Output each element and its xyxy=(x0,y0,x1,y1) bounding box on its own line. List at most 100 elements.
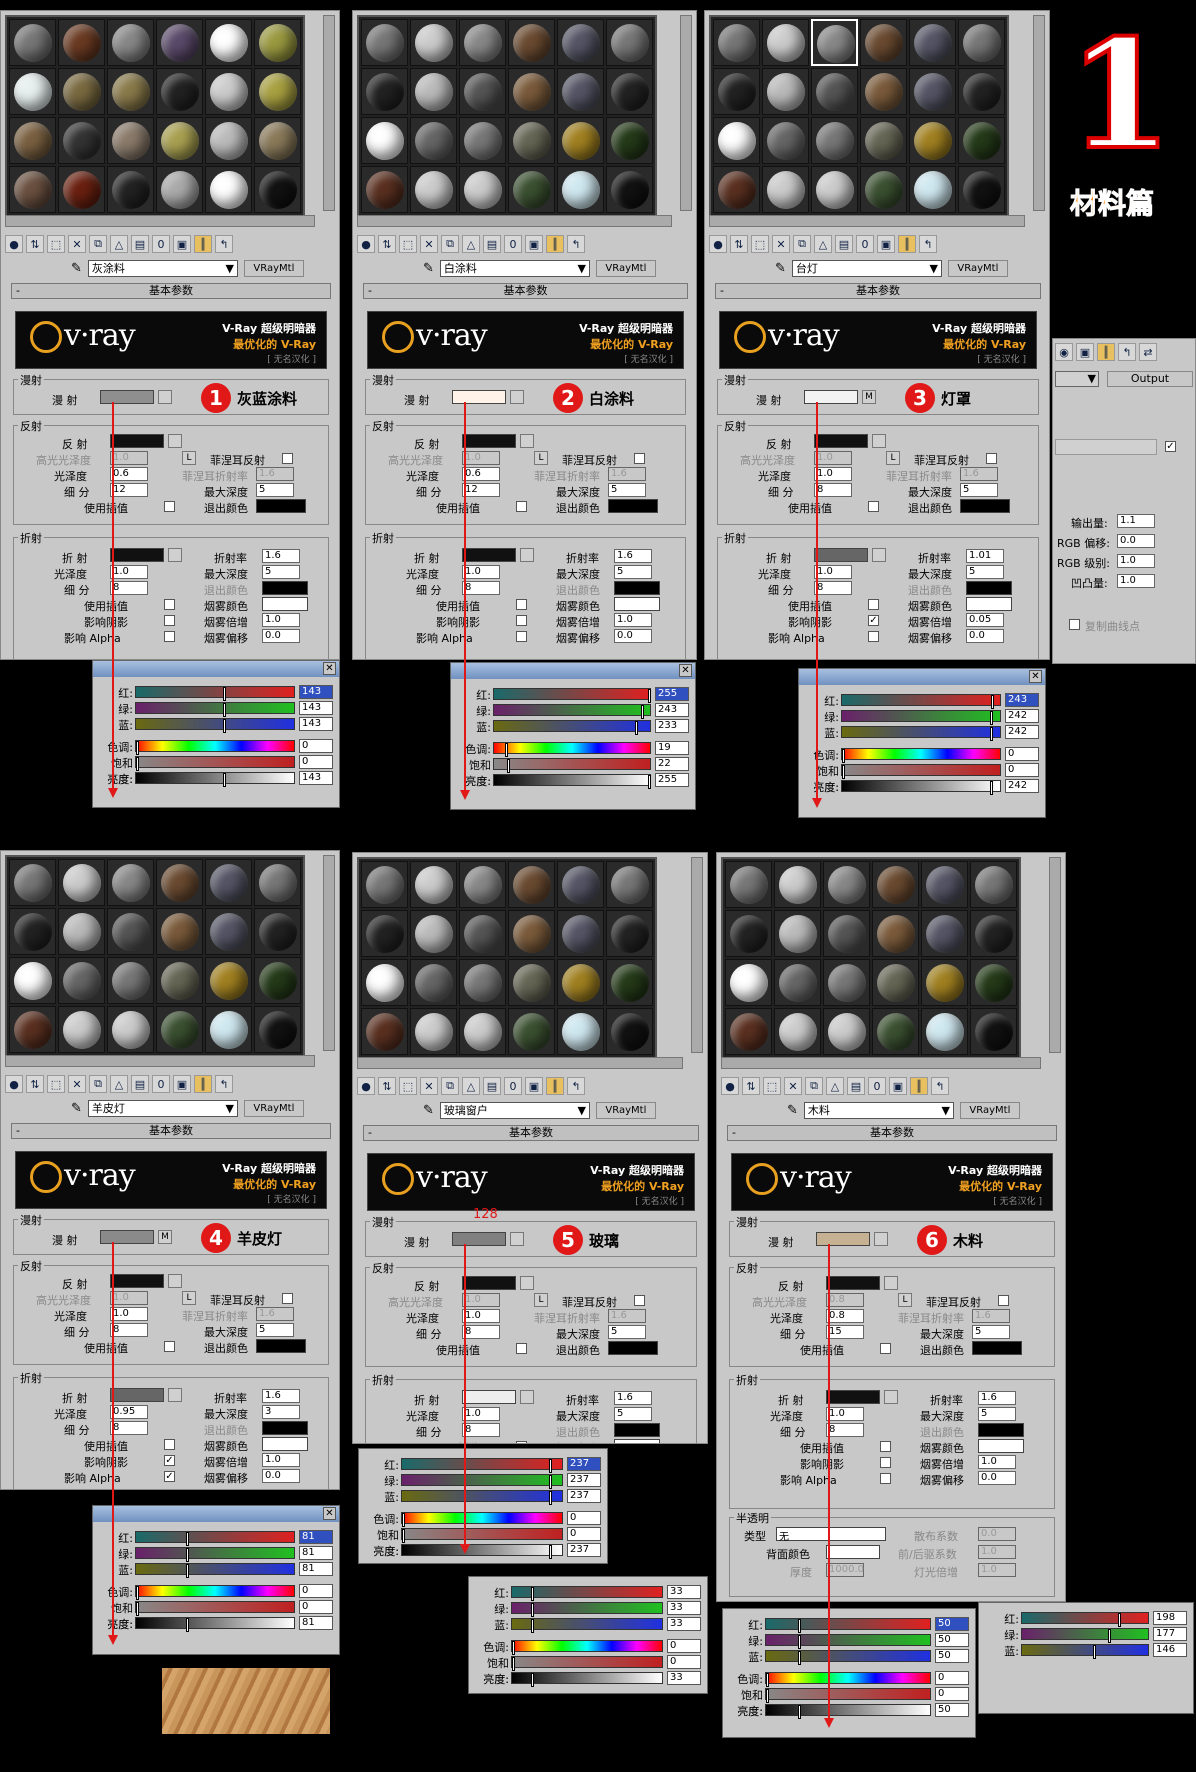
trans-fwd-back-spinner[interactable]: 1.0 xyxy=(978,1545,1016,1559)
unique-icon[interactable]: △ xyxy=(814,235,832,253)
color-value-v[interactable]: 242 xyxy=(1005,779,1039,793)
material-slot-sphere[interactable] xyxy=(860,68,907,115)
bump-spinner[interactable]: 1.0 xyxy=(1117,574,1155,588)
horizontal-scrollbar[interactable] xyxy=(721,1057,1041,1069)
subdiv-spinner[interactable]: 15 xyxy=(826,1325,864,1339)
lock-button[interactable]: L xyxy=(534,451,548,465)
trans-thickness-spinner[interactable]: 1000.0 xyxy=(826,1563,864,1577)
material-slot-sphere[interactable] xyxy=(958,117,1005,164)
material-slot-sphere[interactable] xyxy=(58,19,105,66)
use-interp-checkbox[interactable] xyxy=(868,501,879,512)
affect-alpha-checkbox[interactable] xyxy=(516,631,527,642)
color-value-b[interactable]: 33 xyxy=(667,1617,701,1631)
show-end-icon[interactable]: ║ xyxy=(546,235,564,253)
max-depth-spinner[interactable]: 5 xyxy=(608,1325,646,1339)
color-value-g[interactable]: 242 xyxy=(1005,709,1039,723)
material-slot-sphere[interactable] xyxy=(459,166,506,213)
library-icon[interactable]: ▤ xyxy=(835,235,853,253)
color-slider-b[interactable] xyxy=(135,1563,295,1578)
go-parent-icon[interactable]: ↰ xyxy=(567,1077,585,1095)
subdiv-spinner[interactable]: 12 xyxy=(462,483,500,497)
hilight-gloss-spinner[interactable]: 0.8 xyxy=(826,1293,864,1307)
put-to-scene-icon[interactable]: ⇅ xyxy=(378,1077,396,1095)
material-name-input[interactable]: 羊皮灯 ▼ xyxy=(87,1099,238,1117)
material-slot-sphere[interactable] xyxy=(410,117,457,164)
material-slot-sphere[interactable] xyxy=(254,859,301,906)
use-interp-checkbox[interactable] xyxy=(164,1341,175,1352)
chevron-down-icon[interactable]: ▼ xyxy=(577,1103,585,1118)
put-to-scene-icon[interactable]: ⇅ xyxy=(378,235,396,253)
material-slot-sphere[interactable] xyxy=(713,19,760,66)
effects-channel-icon[interactable]: 0 xyxy=(504,1077,522,1095)
refract-color-swatch[interactable] xyxy=(110,1388,164,1402)
color-slider-h[interactable] xyxy=(135,740,295,755)
fog-color-swatch[interactable] xyxy=(262,1437,308,1451)
color-slider-h[interactable] xyxy=(493,742,651,757)
material-slot-sphere[interactable] xyxy=(606,910,653,957)
output-type-button[interactable]: Output xyxy=(1107,371,1193,387)
refract-subdiv-spinner[interactable]: 8 xyxy=(814,581,852,595)
material-slot-sphere[interactable] xyxy=(823,959,870,1006)
assign-icon[interactable]: ⬚ xyxy=(399,235,417,253)
slider-knob[interactable] xyxy=(1093,1645,1096,1659)
color-value-r[interactable]: 50 xyxy=(935,1617,969,1631)
material-slot-sphere[interactable] xyxy=(872,910,919,957)
material-slot-sphere[interactable] xyxy=(254,1006,301,1053)
slider-knob[interactable] xyxy=(991,695,994,709)
material-slot-sphere[interactable] xyxy=(725,861,772,908)
assign-icon[interactable]: ⬚ xyxy=(763,1077,781,1095)
collapse-icon[interactable]: - xyxy=(16,284,20,298)
color-value-g[interactable]: 177 xyxy=(1153,1627,1187,1641)
slider-knob[interactable] xyxy=(1118,1613,1121,1627)
copy-icon[interactable]: ⧉ xyxy=(441,1077,459,1095)
delete-icon[interactable]: ✕ xyxy=(420,235,438,253)
fresnel-checkbox[interactable] xyxy=(998,1295,1009,1306)
use-interp-checkbox[interactable] xyxy=(516,1343,527,1354)
material-slot-sphere[interactable] xyxy=(606,68,653,115)
exit-color-swatch[interactable] xyxy=(256,499,306,513)
color-value-s[interactable]: 0 xyxy=(299,755,333,769)
go-parent-icon[interactable]: ↰ xyxy=(919,235,937,253)
color-value-g[interactable]: 81 xyxy=(299,1546,333,1560)
fresnel-ior-spinner[interactable]: 1.6 xyxy=(256,1307,294,1321)
fog-color-swatch[interactable] xyxy=(614,597,660,611)
delete-icon[interactable]: ✕ xyxy=(68,1075,86,1093)
output-name-field[interactable] xyxy=(1055,439,1157,455)
chevron-down-icon[interactable]: ▼ xyxy=(929,261,937,276)
reflect-color-swatch[interactable] xyxy=(826,1276,880,1290)
copy-icon[interactable]: ⧉ xyxy=(441,235,459,253)
material-slot-sphere[interactable] xyxy=(410,19,457,66)
get-material-icon[interactable]: ● xyxy=(709,235,727,253)
unique-icon[interactable]: △ xyxy=(110,235,128,253)
material-slot-sphere[interactable] xyxy=(205,68,252,115)
color-value-h[interactable]: 0 xyxy=(567,1511,601,1525)
material-slot-sphere[interactable] xyxy=(811,166,858,213)
show-map-icon[interactable]: ▣ xyxy=(889,1077,907,1095)
color-slider-r[interactable] xyxy=(511,1586,663,1601)
ior-spinner[interactable]: 1.01 xyxy=(966,549,1004,563)
refract-gloss-spinner[interactable]: 1.0 xyxy=(814,565,852,579)
slider-knob[interactable] xyxy=(531,1587,534,1601)
material-slot-sphere[interactable] xyxy=(156,117,203,164)
hilight-gloss-spinner[interactable]: 1.0 xyxy=(110,451,148,465)
slider-knob[interactable] xyxy=(402,1513,405,1527)
color-slider-h[interactable] xyxy=(765,1672,931,1687)
color-value-b[interactable]: 81 xyxy=(299,1562,333,1576)
material-slot-sphere[interactable] xyxy=(508,166,555,213)
diffuse-color-swatch[interactable] xyxy=(452,1232,506,1246)
color-slider-g[interactable] xyxy=(765,1634,931,1649)
refract-exit-swatch[interactable] xyxy=(614,1423,660,1437)
material-slot-sphere[interactable] xyxy=(361,166,408,213)
color-value-s[interactable]: 22 xyxy=(655,757,689,771)
unique-icon[interactable]: △ xyxy=(462,1077,480,1095)
color-value-g[interactable]: 33 xyxy=(667,1601,701,1615)
material-slot-sphere[interactable] xyxy=(557,166,604,213)
material-slot-sphere[interactable] xyxy=(58,908,105,955)
color-slider-v[interactable] xyxy=(841,780,1001,795)
material-slot-sphere[interactable] xyxy=(156,1006,203,1053)
affect-shadows-checkbox[interactable] xyxy=(164,615,175,626)
color-slider-g[interactable] xyxy=(135,702,295,717)
color-value-s[interactable]: 0 xyxy=(299,1600,333,1614)
color-slider-s[interactable] xyxy=(493,758,651,773)
material-slot-sphere[interactable] xyxy=(909,68,956,115)
